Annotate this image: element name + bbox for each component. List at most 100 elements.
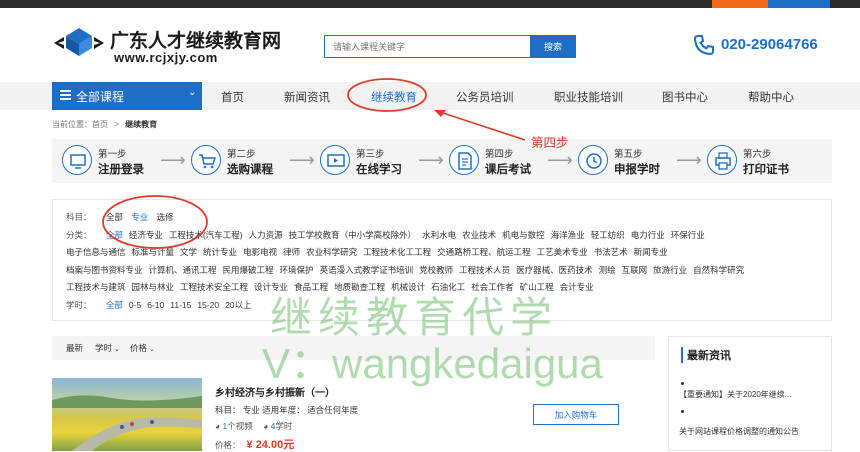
- news-item[interactable]: 【重要通知】关于2020年继续...: [679, 389, 791, 400]
- filter-category-option[interactable]: 环保行业: [671, 230, 705, 240]
- filter-category-option[interactable]: 工程技术安全工程: [180, 282, 248, 292]
- filter-category-option[interactable]: 医疗器械、医药技术: [516, 265, 593, 275]
- filter-category-option[interactable]: 机电与数控: [502, 230, 545, 240]
- search-box: 搜索: [324, 35, 576, 58]
- filter-hours-option[interactable]: 15-20: [197, 300, 219, 310]
- filter-category-option[interactable]: 交通路桥工程、航运工程: [437, 247, 531, 257]
- filter-category-option[interactable]: 工程技术人员: [459, 265, 510, 275]
- step-1-name: 注册登录: [98, 164, 144, 176]
- menu-icon: [60, 90, 71, 100]
- nav-books[interactable]: 图书中心: [662, 89, 708, 105]
- filter-category-option[interactable]: 电力行业: [631, 230, 665, 240]
- filter-subject-major[interactable]: 专业: [131, 212, 148, 222]
- filter-category-option[interactable]: 档案与图书资料专业: [66, 265, 143, 275]
- filter-category-option[interactable]: 人力资源: [249, 230, 283, 240]
- news-item[interactable]: 关于网站课程价格调整的通知公告: [679, 426, 799, 437]
- filter-category-option[interactable]: 统计专业: [203, 247, 237, 257]
- filter-category-option[interactable]: 农业技术: [462, 230, 496, 240]
- filter-category-option[interactable]: 新闻专业: [634, 247, 668, 257]
- filter-category-option[interactable]: 会计专业: [560, 282, 594, 292]
- filter-category-option[interactable]: 测绘: [599, 265, 616, 275]
- sort-hours-label: 学时: [95, 343, 113, 353]
- printer-icon: [707, 145, 737, 175]
- filter-category-option[interactable]: 全部: [106, 230, 123, 240]
- step-6-num: 第六步: [743, 149, 772, 160]
- step-arrow-icon: ⟶: [289, 150, 315, 170]
- filter-hours-label: 学时：: [66, 300, 92, 310]
- course-stats: ◕ 1个视频 ◕ 4学时: [215, 420, 292, 432]
- sort-price-chevron-icon: ⌄: [149, 346, 155, 353]
- filter-category-option[interactable]: 轻工纺织: [591, 230, 625, 240]
- filter-category-option[interactable]: 律师: [283, 247, 300, 257]
- sort-price[interactable]: 价格 ⌄: [130, 342, 155, 354]
- filter-hours-option[interactable]: 0-5: [129, 300, 141, 310]
- course-price-label: 价格：: [215, 440, 241, 450]
- top-strip-blue[interactable]: [768, 0, 830, 8]
- filter-category-option[interactable]: 工艺美术专业: [537, 247, 588, 257]
- sort-latest[interactable]: 最新: [66, 342, 83, 354]
- filter-subject-row: 科目： 全部 专业 选修: [66, 211, 180, 223]
- filter-category-option[interactable]: 书法艺术: [594, 247, 628, 257]
- nav-news[interactable]: 新闻资讯: [284, 89, 330, 105]
- filter-category-row: 分类： 全部 经济专业 工程技术(汽车工程) 人力资源 技工学校教育（中小学高校除外） 水…: [66, 229, 711, 241]
- filter-category-option[interactable]: 水利水电: [422, 230, 456, 240]
- nav-continuing-education[interactable]: 继续教育: [371, 89, 417, 105]
- step-arrow-icon: ⟶: [676, 150, 702, 170]
- add-to-cart-button[interactable]: 加入购物车: [533, 404, 619, 425]
- video-play-icon: [320, 145, 350, 175]
- top-strip: [0, 0, 860, 8]
- filter-category-option[interactable]: 民用爆破工程: [223, 265, 274, 275]
- filter-category-option[interactable]: 英语漫入式教学证书培训: [320, 265, 414, 275]
- site-logo[interactable]: 广东人才继续教育网 www.rcjxjy.com: [52, 24, 292, 68]
- course-hours-unit: 学时: [275, 421, 293, 431]
- sort-hours[interactable]: 学时 ⌄: [95, 342, 120, 354]
- filter-category-option[interactable]: 文学: [180, 247, 197, 257]
- filter-subject-all[interactable]: 全部: [106, 212, 123, 222]
- filter-category-row: 档案与图书资料专业 计算机、通讯工程 民用爆破工程 环境保护 英语漫入式教学证书培训 党校…: [66, 264, 750, 276]
- all-categories-label: 全部课程: [76, 90, 125, 104]
- filter-subject-elective[interactable]: 选修: [157, 212, 174, 222]
- filter-category-option[interactable]: 计算机、通讯工程: [149, 265, 217, 275]
- nav-vocational[interactable]: 职业技能培训: [554, 89, 623, 105]
- course-price: ¥ 24.00元: [246, 439, 295, 451]
- search-input[interactable]: [324, 35, 531, 58]
- filter-category-option[interactable]: 互联网: [622, 265, 648, 275]
- filter-hours-option[interactable]: 20以上: [225, 300, 251, 310]
- breadcrumb-home[interactable]: 首页: [92, 120, 108, 129]
- filter-category-option[interactable]: 园林与林业: [132, 282, 175, 292]
- filter-category-option[interactable]: 技工学校教育（中小学高校除外）: [289, 230, 417, 240]
- course-thumbnail[interactable]: [52, 378, 202, 451]
- filter-category-option[interactable]: 党校教师: [419, 265, 453, 275]
- nav-help[interactable]: 帮助中心: [748, 89, 794, 105]
- filter-category-option[interactable]: 电影电视: [243, 247, 277, 257]
- filter-category-option[interactable]: 工程技术化工工程: [363, 247, 431, 257]
- filter-category-option[interactable]: 工程技术与建筑: [66, 282, 126, 292]
- bullet-icon: [681, 410, 684, 413]
- step-arrow-icon: ⟶: [547, 150, 573, 170]
- filter-category-option[interactable]: 工程技术(汽车工程): [169, 230, 243, 240]
- watermark-contact: V：wangkedaigua: [262, 340, 603, 387]
- top-strip-orange[interactable]: [712, 0, 768, 8]
- nav-home[interactable]: 首页: [221, 89, 244, 105]
- breadcrumb: 当前位置：首页 > 继续教育: [52, 119, 157, 130]
- phone-number: 020-29064766: [721, 36, 818, 53]
- step-6-name: 打印证书: [743, 164, 789, 176]
- filter-category-option[interactable]: 标准与计量: [132, 247, 175, 257]
- hotline: 020-29064766: [693, 33, 833, 57]
- filter-category-option[interactable]: 自然科学研究: [693, 265, 744, 275]
- filter-category-option[interactable]: 电子信息与通信: [66, 247, 126, 257]
- filter-category-option[interactable]: 农业科学研究: [306, 247, 357, 257]
- search-button[interactable]: 搜索: [530, 35, 576, 58]
- filter-hours-option[interactable]: 6-10: [147, 300, 164, 310]
- filter-category-option[interactable]: 旅游行业: [653, 265, 687, 275]
- filter-hours-option[interactable]: 全部: [106, 300, 123, 310]
- all-categories-dropdown[interactable]: 全部课程 ⌄: [52, 82, 202, 110]
- filter-category-option[interactable]: 经济专业: [129, 230, 163, 240]
- step-2-name: 选购课程: [227, 164, 273, 176]
- chevron-down-icon: ⌄: [188, 87, 197, 98]
- filter-category-option[interactable]: 海洋渔业: [551, 230, 585, 240]
- filter-hours-option[interactable]: 11-15: [170, 300, 191, 310]
- filter-category-option[interactable]: 环境保护: [280, 265, 314, 275]
- nav-civil-service[interactable]: 公务员培训: [456, 89, 514, 105]
- annotation-label: 第四步: [531, 136, 569, 150]
